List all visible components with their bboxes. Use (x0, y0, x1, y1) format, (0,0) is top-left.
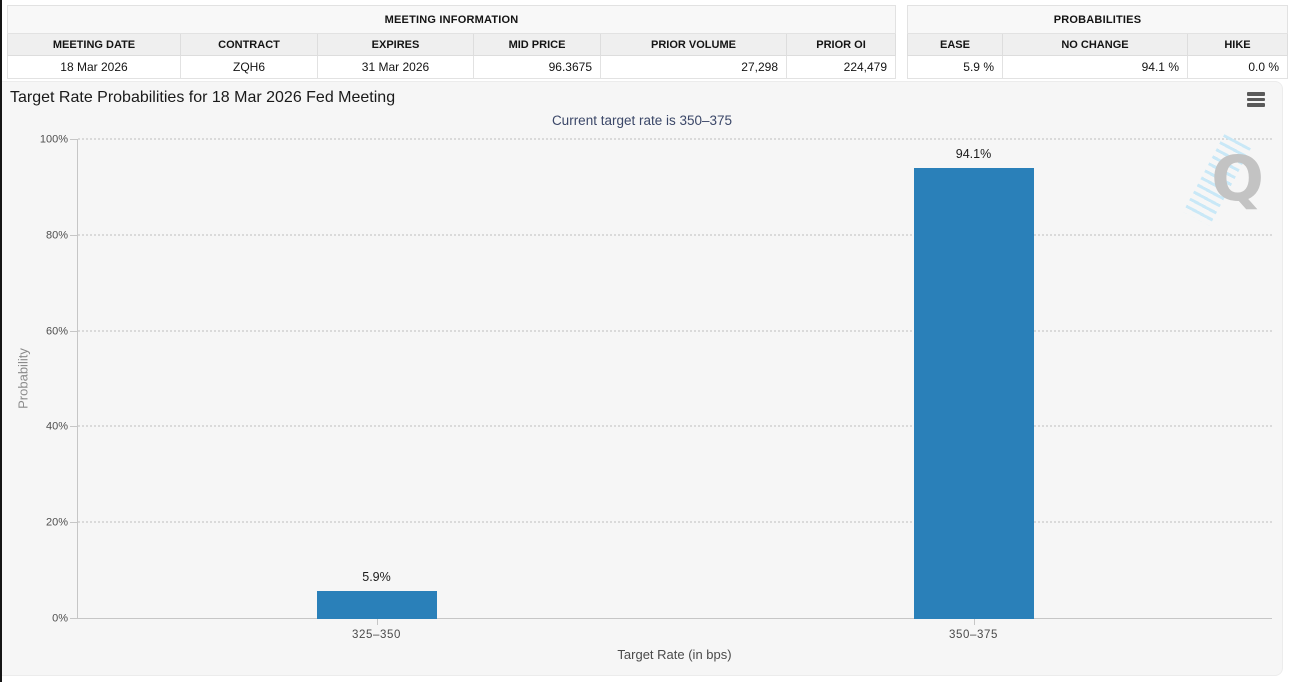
col-hike: HIKE (1187, 34, 1287, 56)
top-tables: MEETING INFORMATION MEETING DATE CONTRAC… (7, 5, 1288, 79)
x-axis-title: Target Rate (in bps) (77, 647, 1272, 662)
col-mid-price: MID PRICE (474, 34, 601, 56)
y-axis-tick-label: 60% (22, 326, 68, 337)
bar-value-label: 5.9% (317, 570, 437, 584)
gridline (78, 138, 1272, 140)
y-axis-tick-label: 0% (22, 614, 68, 625)
gridline (78, 234, 1272, 236)
col-contract: CONTRACT (181, 34, 318, 56)
chart-title: Target Rate Probabilities for 18 Mar 202… (10, 89, 395, 107)
y-axis-tick (70, 426, 78, 427)
cell-contract: ZQH6 (181, 56, 318, 79)
col-meeting-date: MEETING DATE (8, 34, 181, 56)
gridline (78, 521, 1272, 523)
y-axis-tick (70, 331, 78, 332)
probabilities-table: PROBABILITIES EASE NO CHANGE HIKE 5.9 % … (907, 5, 1288, 79)
gridline (78, 425, 1272, 427)
y-axis-tick (70, 235, 78, 236)
chart-subtitle: Current target rate is 350–375 (2, 113, 1282, 128)
col-ease: EASE (907, 34, 1002, 56)
cell-prior-volume: 27,298 (601, 56, 787, 79)
probability-bar[interactable] (317, 591, 437, 619)
col-prior-oi: PRIOR OI (787, 34, 896, 56)
col-expires: EXPIRES (318, 34, 474, 56)
x-axis-tick-label: 350–375 (914, 629, 1034, 641)
x-axis-tick-label: 325–350 (317, 629, 437, 641)
watermark-q-letter: Q (1211, 148, 1264, 210)
probabilities-title: PROBABILITIES (907, 6, 1287, 34)
y-axis-tick-label: 100% (22, 135, 68, 146)
x-axis-tick (974, 619, 975, 625)
plot-area: Probability 0%20%40%60%80%100%5.9%325–35… (77, 140, 1272, 619)
gridline (78, 330, 1272, 332)
cell-mid-price: 96.3675 (474, 56, 601, 79)
y-axis-tick-label: 20% (22, 518, 68, 529)
bar-value-label: 94.1% (914, 147, 1034, 161)
cell-expires: 31 Mar 2026 (318, 56, 474, 79)
hamburger-menu-icon[interactable] (1247, 92, 1265, 109)
meeting-information-table: MEETING INFORMATION MEETING DATE CONTRAC… (7, 5, 896, 79)
x-axis-tick (377, 619, 378, 625)
cell-prior-oi: 224,479 (787, 56, 896, 79)
y-axis-tick (70, 139, 78, 140)
table-row: 18 Mar 2026 ZQH6 31 Mar 2026 96.3675 27,… (8, 56, 896, 79)
y-axis-tick-label: 80% (22, 230, 68, 241)
y-axis-tick (70, 618, 78, 619)
table-row: 5.9 % 94.1 % 0.0 % (907, 56, 1287, 79)
quikstrike-watermark: Q (1200, 140, 1266, 220)
y-axis-tick (70, 522, 78, 523)
probability-bar[interactable] (914, 168, 1034, 619)
gridline (78, 618, 1272, 619)
cell-meeting-date: 18 Mar 2026 (8, 56, 181, 79)
meeting-information-title: MEETING INFORMATION (8, 6, 896, 34)
y-axis-title: Probability (16, 343, 31, 413)
col-no-change: NO CHANGE (1002, 34, 1187, 56)
col-prior-volume: PRIOR VOLUME (601, 34, 787, 56)
cell-ease: 5.9 % (907, 56, 1002, 79)
cell-no-change: 94.1 % (1002, 56, 1187, 79)
cell-hike: 0.0 % (1187, 56, 1287, 79)
fedwatch-page: MEETING INFORMATION MEETING DATE CONTRAC… (0, 0, 1290, 682)
y-axis-tick-label: 40% (22, 422, 68, 433)
chart-panel: Target Rate Probabilities for 18 Mar 202… (2, 81, 1283, 676)
